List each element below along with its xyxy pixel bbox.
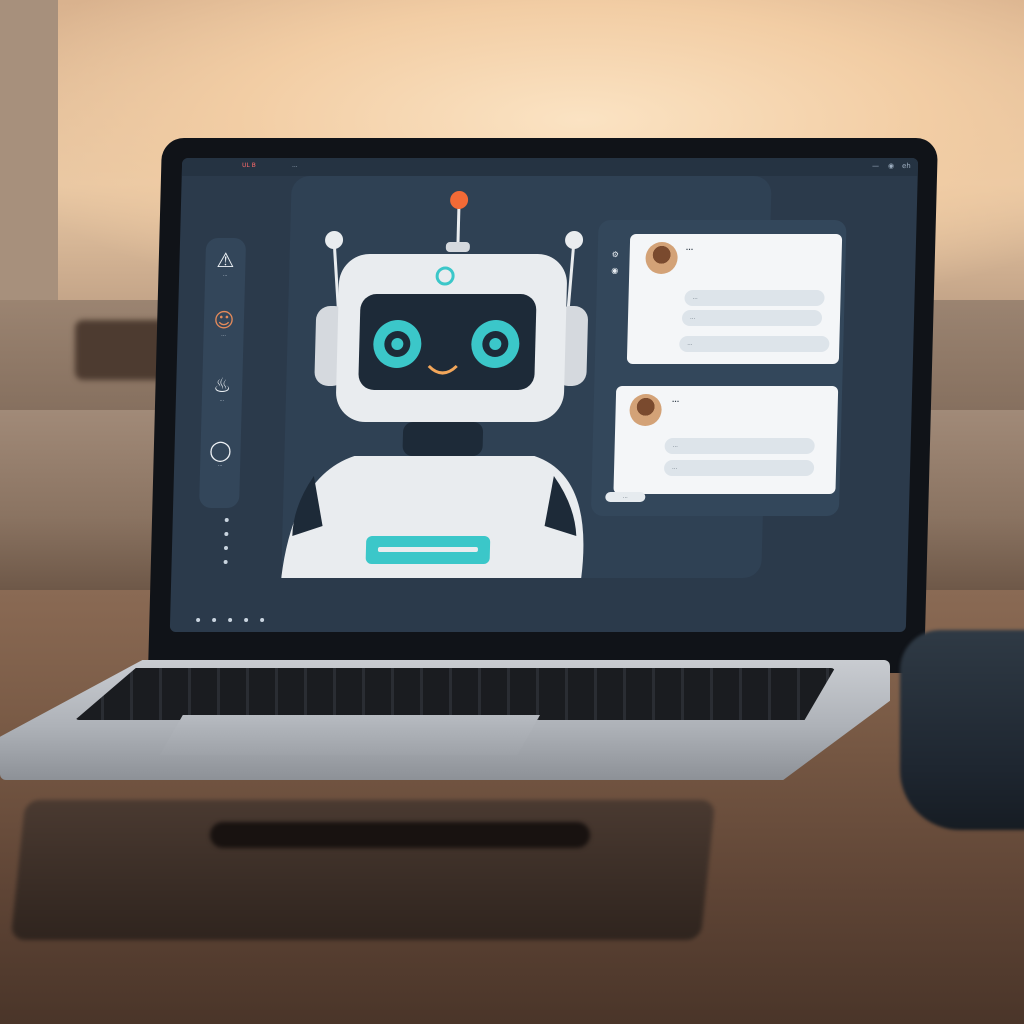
- menu-icon[interactable]: eh: [902, 162, 911, 170]
- pager-dot[interactable]: [260, 618, 265, 622]
- avatar: [629, 394, 663, 426]
- sidebar-item-data[interactable]: ♨ ...: [202, 373, 243, 404]
- sidebar-item-alerts[interactable]: ⚠ ...: [205, 248, 246, 279]
- laptop-keyboard: [75, 668, 835, 720]
- reply-option[interactable]: ...: [679, 336, 830, 352]
- app-titlebar: UL B ... — ◉ eh: [181, 158, 919, 176]
- reply-option[interactable]: ...: [664, 438, 815, 454]
- pager-dots-horizontal: [196, 618, 265, 632]
- sidebar-item-profile[interactable]: ☺ ...: [203, 308, 244, 339]
- data-icon: ♨: [212, 373, 232, 397]
- pager-dot[interactable]: [224, 532, 229, 536]
- send-button[interactable]: ...: [605, 492, 646, 502]
- warning-triangle-icon: ⚠: [216, 248, 235, 272]
- chat-message-text: ...: [671, 396, 680, 404]
- notebook: [10, 800, 716, 940]
- pager-dot[interactable]: [223, 560, 228, 564]
- info-icon[interactable]: ◉: [611, 266, 618, 275]
- laptop-screen: UL B ... — ◉ eh ⚠ ... ☺ ... ♨ ... ◯ ...: [169, 158, 919, 632]
- sidebar-item-label: ...: [219, 397, 225, 403]
- laptop-trackpad: [160, 715, 540, 755]
- pager-dot[interactable]: [212, 618, 217, 622]
- chat-message-text: ...: [685, 244, 694, 252]
- pen: [210, 822, 590, 848]
- chat-message-card[interactable]: ... ... ... ...: [626, 234, 843, 364]
- ring-icon: ◯: [209, 438, 233, 462]
- titlebar-small-text: ...: [291, 162, 298, 169]
- window-control-icon[interactable]: ◉: [888, 162, 894, 170]
- app-title-text: UL B: [241, 162, 256, 169]
- user-avatar-icon: ☺: [213, 308, 235, 332]
- pager-dot[interactable]: [223, 546, 229, 550]
- reply-option[interactable]: ...: [663, 460, 815, 476]
- pager-dot[interactable]: [196, 618, 201, 622]
- sidebar-item-label: ...: [217, 462, 223, 468]
- reply-option[interactable]: ...: [681, 310, 823, 326]
- pager-dot[interactable]: [244, 618, 249, 622]
- sidebar-item-label: ...: [221, 332, 227, 338]
- sidebar-item-label: ...: [222, 272, 228, 278]
- settings-icon[interactable]: ⚙: [612, 250, 619, 259]
- sidebar-item-status[interactable]: ◯ ...: [200, 438, 241, 469]
- pager-dot[interactable]: [224, 518, 229, 522]
- reply-option[interactable]: ...: [684, 290, 825, 306]
- window-frame: [0, 0, 58, 300]
- pager-dot[interactable]: [228, 618, 233, 622]
- coffee-mug: [900, 630, 1024, 830]
- chat-panel: ⚙ ◉ ... ... ... ... ... ... ... ...: [590, 220, 847, 516]
- chat-message-card[interactable]: ... ... ...: [613, 386, 839, 494]
- avatar: [645, 242, 679, 274]
- pager-dots-vertical: [223, 518, 229, 574]
- minimize-icon[interactable]: —: [872, 162, 879, 170]
- sidebar: ⚠ ... ☺ ... ♨ ... ◯ ...: [199, 238, 247, 508]
